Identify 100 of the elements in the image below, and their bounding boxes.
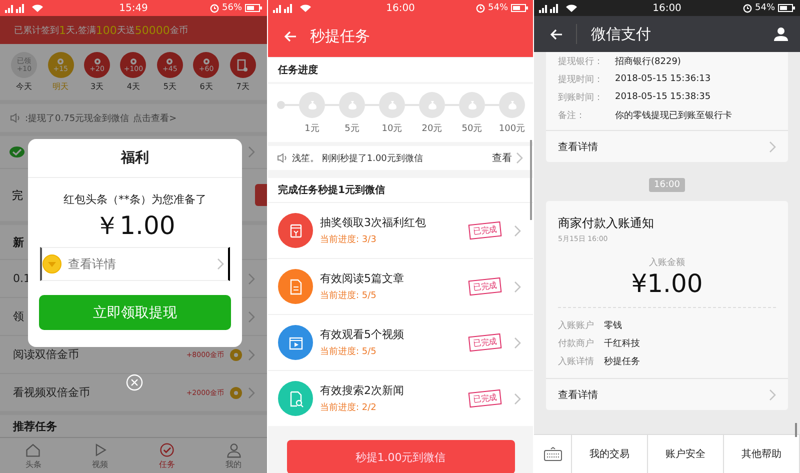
checkin-banner: 已累计签到1天,签满100天送50000金币 bbox=[0, 16, 267, 44]
task-row[interactable]: 有效搜索2次新闻 当前进度: 2/2 已完成 bbox=[268, 370, 533, 426]
status-time: 16:00 bbox=[652, 2, 682, 14]
battery-icon bbox=[778, 4, 796, 12]
task-label: 阅读双倍金币 bbox=[13, 347, 79, 362]
scrollbar[interactable] bbox=[795, 423, 797, 437]
battery-percent: 56% bbox=[222, 3, 242, 13]
coin-icon bbox=[202, 58, 210, 64]
section-title: 完成任务秒提1元到微信 bbox=[268, 178, 533, 202]
completed-stamp: 已完成 bbox=[468, 333, 502, 352]
coin-icon bbox=[94, 58, 101, 64]
notice-title: 商家付款入账通知 bbox=[557, 215, 655, 232]
coin-icon bbox=[57, 58, 64, 64]
chevron-icon bbox=[248, 272, 255, 284]
detail-label: 付款商户 bbox=[558, 338, 595, 350]
detail-value: 千红科技 bbox=[604, 338, 640, 350]
chevron-icon bbox=[516, 152, 523, 164]
person-icon[interactable] bbox=[774, 27, 788, 41]
keyboard-icon[interactable] bbox=[544, 447, 562, 461]
task-row[interactable]: 有效观看5个视频 当前进度: 5/5 已完成 bbox=[268, 314, 533, 370]
detail-label: 到账时间： bbox=[558, 92, 604, 104]
task-row[interactable]: 抽奖领取3次福利红包 当前进度: 3/3 已完成 bbox=[268, 202, 533, 258]
money-bag-icon bbox=[428, 100, 436, 110]
scrollbar[interactable] bbox=[530, 140, 532, 220]
detail-value: 2018-05-15 15:36:13 bbox=[615, 74, 711, 84]
milestone-label: 10元 bbox=[380, 123, 404, 135]
coin-icon bbox=[130, 58, 137, 64]
coin-icon bbox=[230, 386, 242, 398]
chevron-icon bbox=[514, 336, 521, 348]
chevron-icon bbox=[514, 224, 521, 236]
detail-value: 零钱 bbox=[604, 320, 622, 332]
page-title: 秒提任务 bbox=[310, 27, 370, 46]
detail-label: 提现银行： bbox=[558, 56, 604, 68]
chevron-icon bbox=[769, 388, 776, 400]
back-arrow-icon[interactable] bbox=[550, 28, 562, 40]
task-progress: 当前进度: 2/2 bbox=[320, 402, 378, 414]
chevron-icon bbox=[514, 392, 521, 404]
chevron-icon bbox=[217, 258, 224, 270]
start-dot bbox=[277, 101, 285, 109]
detail-value: 2018-05-15 15:38:35 bbox=[615, 92, 711, 102]
chevron-icon bbox=[248, 348, 255, 360]
alarm-icon bbox=[210, 4, 219, 12]
money-bag-icon bbox=[508, 100, 516, 110]
task-icon bbox=[158, 442, 175, 458]
day-label: 明天 bbox=[52, 81, 69, 92]
status-time: 16:00 bbox=[386, 2, 415, 14]
completed-stamp: 已完成 bbox=[468, 277, 502, 296]
milestone-label: 100元 bbox=[498, 123, 526, 135]
money-bag-icon bbox=[468, 100, 476, 110]
money-bag-icon bbox=[308, 100, 316, 110]
wifi-icon bbox=[566, 4, 577, 12]
page-title: 微信支付 bbox=[591, 24, 652, 44]
close-icon[interactable] bbox=[126, 374, 143, 391]
chevron-icon bbox=[248, 310, 255, 322]
battery-percent: 54% bbox=[488, 3, 508, 13]
profile-icon bbox=[226, 442, 242, 458]
battery-icon bbox=[245, 4, 262, 12]
chevron-icon bbox=[514, 280, 521, 292]
day-label: 7天 bbox=[236, 81, 250, 92]
chevron-icon bbox=[769, 140, 776, 152]
details-link[interactable]: 查看详情 bbox=[40, 247, 230, 281]
day-label: 4天 bbox=[126, 81, 140, 92]
status-time: 15:49 bbox=[119, 2, 148, 14]
details-link[interactable]: 查看详情 bbox=[546, 378, 788, 410]
section-title: 推荐任务 bbox=[0, 415, 267, 437]
dialog-title: 福利 bbox=[28, 139, 242, 178]
timestamp: 16:00 bbox=[649, 178, 685, 192]
home-icon bbox=[25, 442, 42, 458]
task-title: 有效观看5个视频 bbox=[320, 327, 405, 342]
task-label: 领 bbox=[13, 309, 24, 324]
amount: ¥1.00 bbox=[630, 269, 704, 299]
coin-icon bbox=[230, 348, 242, 360]
day-label: 今天 bbox=[16, 81, 32, 92]
battery-icon bbox=[511, 4, 528, 12]
task-progress: 当前进度: 3/3 bbox=[320, 234, 378, 246]
speaker-icon bbox=[10, 113, 21, 123]
details-link[interactable]: 查看详情 bbox=[546, 130, 788, 162]
milestone-label: 50元 bbox=[460, 123, 484, 135]
notice-link[interactable]: 点击查看> bbox=[133, 112, 177, 124]
chevron-icon bbox=[248, 146, 255, 158]
detail-label: 备注： bbox=[558, 110, 586, 122]
withdraw-label: 完 bbox=[12, 188, 23, 202]
day-label: 6天 bbox=[200, 81, 213, 92]
wifi-icon bbox=[32, 4, 43, 12]
notice-text: 浅笙。 刚刚秒提了1.00元到微信 bbox=[292, 152, 424, 164]
wifi-icon bbox=[300, 4, 311, 12]
alarm-icon bbox=[476, 4, 485, 12]
detail-value: 秒提任务 bbox=[604, 356, 640, 368]
milestone-label: 20元 bbox=[420, 123, 444, 135]
money-bag-icon bbox=[348, 100, 356, 110]
battery-percent: 54% bbox=[755, 3, 776, 13]
task-row[interactable]: 有效阅读5篇文章 当前进度: 5/5 已完成 bbox=[268, 258, 533, 314]
view-link[interactable]: 查看 bbox=[492, 151, 512, 165]
notice-text: :提现了0.75元现金到微信 bbox=[25, 112, 130, 124]
task-label: 0.1 bbox=[13, 272, 30, 285]
chevron-icon bbox=[248, 386, 255, 398]
milestone-label: 5元 bbox=[344, 123, 360, 135]
task-progress: 当前进度: 5/5 bbox=[320, 346, 378, 358]
section-title: 任务进度 bbox=[268, 58, 533, 82]
amount-label: 入账金额 bbox=[648, 256, 686, 269]
